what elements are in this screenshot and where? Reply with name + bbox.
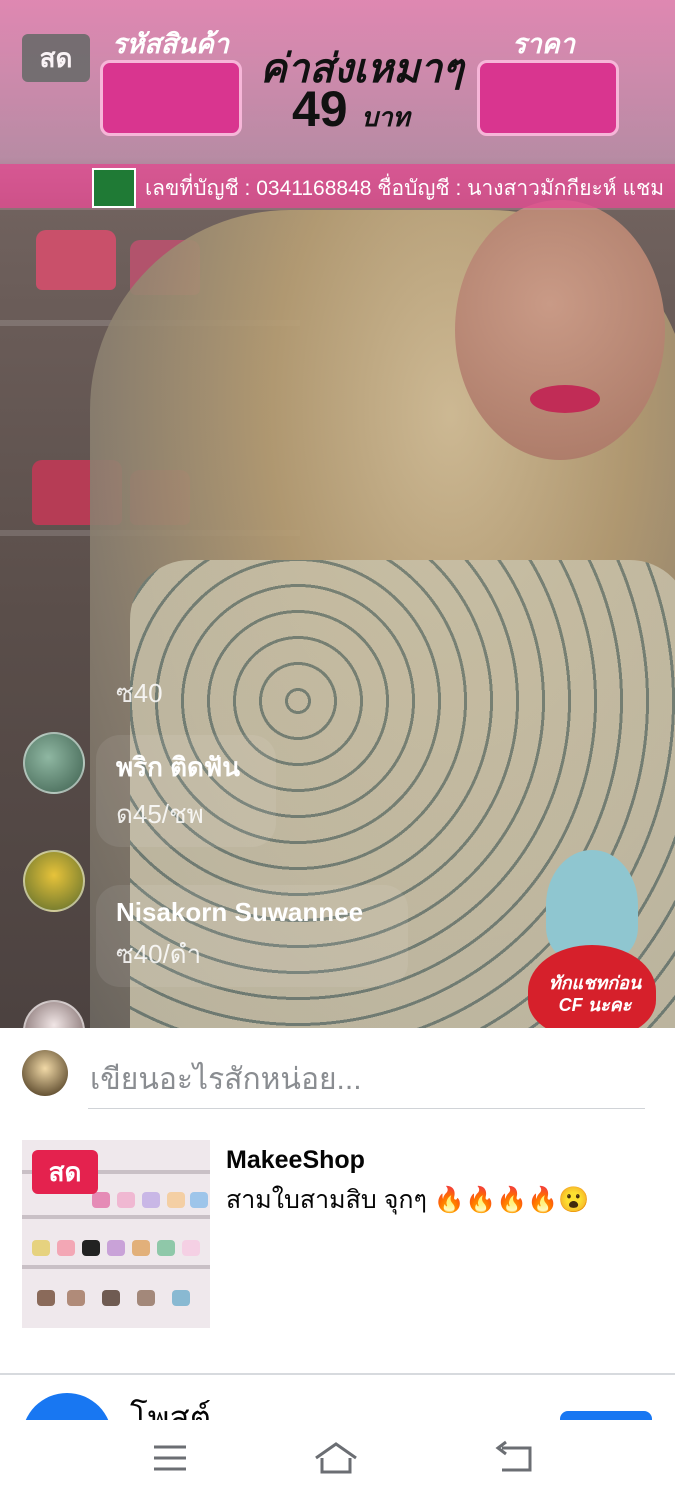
back-icon[interactable]	[484, 1436, 544, 1480]
shipping-price-value: 49	[292, 81, 348, 137]
shelf	[22, 1215, 210, 1219]
live-comment: พริก ติดฟัน ด45/ชพ	[96, 735, 276, 847]
bag	[142, 1192, 160, 1208]
bag	[32, 1240, 50, 1256]
home-icon[interactable]	[306, 1436, 366, 1480]
sticker-text: ทักแชทก่อน CF นะคะ	[548, 973, 642, 1015]
product-code-box	[100, 60, 242, 136]
presenter-lips	[530, 385, 600, 413]
bag	[167, 1192, 185, 1208]
post-caption: สามใบสามสิบ จุกๆ 🔥🔥🔥🔥😮	[226, 1186, 590, 1214]
bag	[102, 1290, 120, 1306]
my-avatar	[22, 1050, 68, 1096]
comment-input[interactable]: เขียนอะไรสักหน่อย...	[90, 1056, 362, 1103]
bank-account-bar: เลขที่บัญชี : 0341168848 ชื่อบัญชี : นาง…	[0, 164, 675, 208]
live-post-card[interactable]: สด MakeeShop สามใบสามสิบ จุกๆ 🔥🔥🔥🔥😮	[0, 1118, 675, 1373]
comment-composer: เขียนอะไรสักหน่อย...	[0, 1028, 675, 1118]
shelf	[22, 1265, 210, 1269]
live-badge: สด	[22, 34, 90, 82]
divider	[88, 1108, 645, 1109]
avatar[interactable]	[23, 850, 85, 912]
avatar[interactable]	[23, 732, 85, 794]
shipping-price-unit: บาท	[361, 102, 410, 132]
bag	[182, 1240, 200, 1256]
system-nav-bar	[0, 1420, 675, 1500]
bag	[172, 1290, 190, 1306]
comment-message: ซ40	[116, 678, 163, 708]
comment-author: พริก ติดฟัน	[116, 752, 241, 782]
shipping-price: 49 บาท	[292, 80, 410, 138]
bag	[117, 1192, 135, 1208]
price-box	[477, 60, 619, 136]
bag	[107, 1240, 125, 1256]
bag	[82, 1240, 100, 1256]
bag	[92, 1192, 110, 1208]
product-code-label: รหัสสินค้า	[112, 29, 229, 59]
bag	[132, 1240, 150, 1256]
comment-author: Nisakorn Suwannee	[116, 897, 364, 927]
bag	[190, 1192, 208, 1208]
sticker-character-icon	[546, 850, 638, 960]
live-video[interactable]: รหัสสินค้า ค่าส่งเหมาๆ 49 บาท ราคา เลขที…	[0, 0, 675, 1028]
page-name[interactable]: MakeeShop	[226, 1146, 365, 1175]
bag	[157, 1240, 175, 1256]
post-live-badge: สด	[32, 1150, 98, 1194]
comment-message: ซ40/ดำ	[116, 939, 202, 969]
comment-message: ด45/ชพ	[116, 799, 204, 829]
chat-sticker: ทักแชทก่อน CF นะคะ	[528, 850, 658, 1028]
price-label: ราคา	[512, 29, 575, 59]
presenter-face	[455, 200, 665, 460]
avatar[interactable]	[23, 1000, 85, 1028]
bag	[137, 1290, 155, 1306]
bag	[36, 230, 116, 290]
live-comment: ซ40	[96, 655, 183, 726]
bank-account-text: เลขที่บัญชี : 0341168848 ชื่อบัญชี : นาง…	[145, 177, 665, 200]
bag	[67, 1290, 85, 1306]
bag	[57, 1240, 75, 1256]
menu-icon[interactable]	[140, 1436, 200, 1480]
live-comment: Nisakorn Suwannee ซ40/ดำ	[96, 885, 408, 987]
bag	[37, 1290, 55, 1306]
bank-logo-icon	[92, 168, 136, 208]
